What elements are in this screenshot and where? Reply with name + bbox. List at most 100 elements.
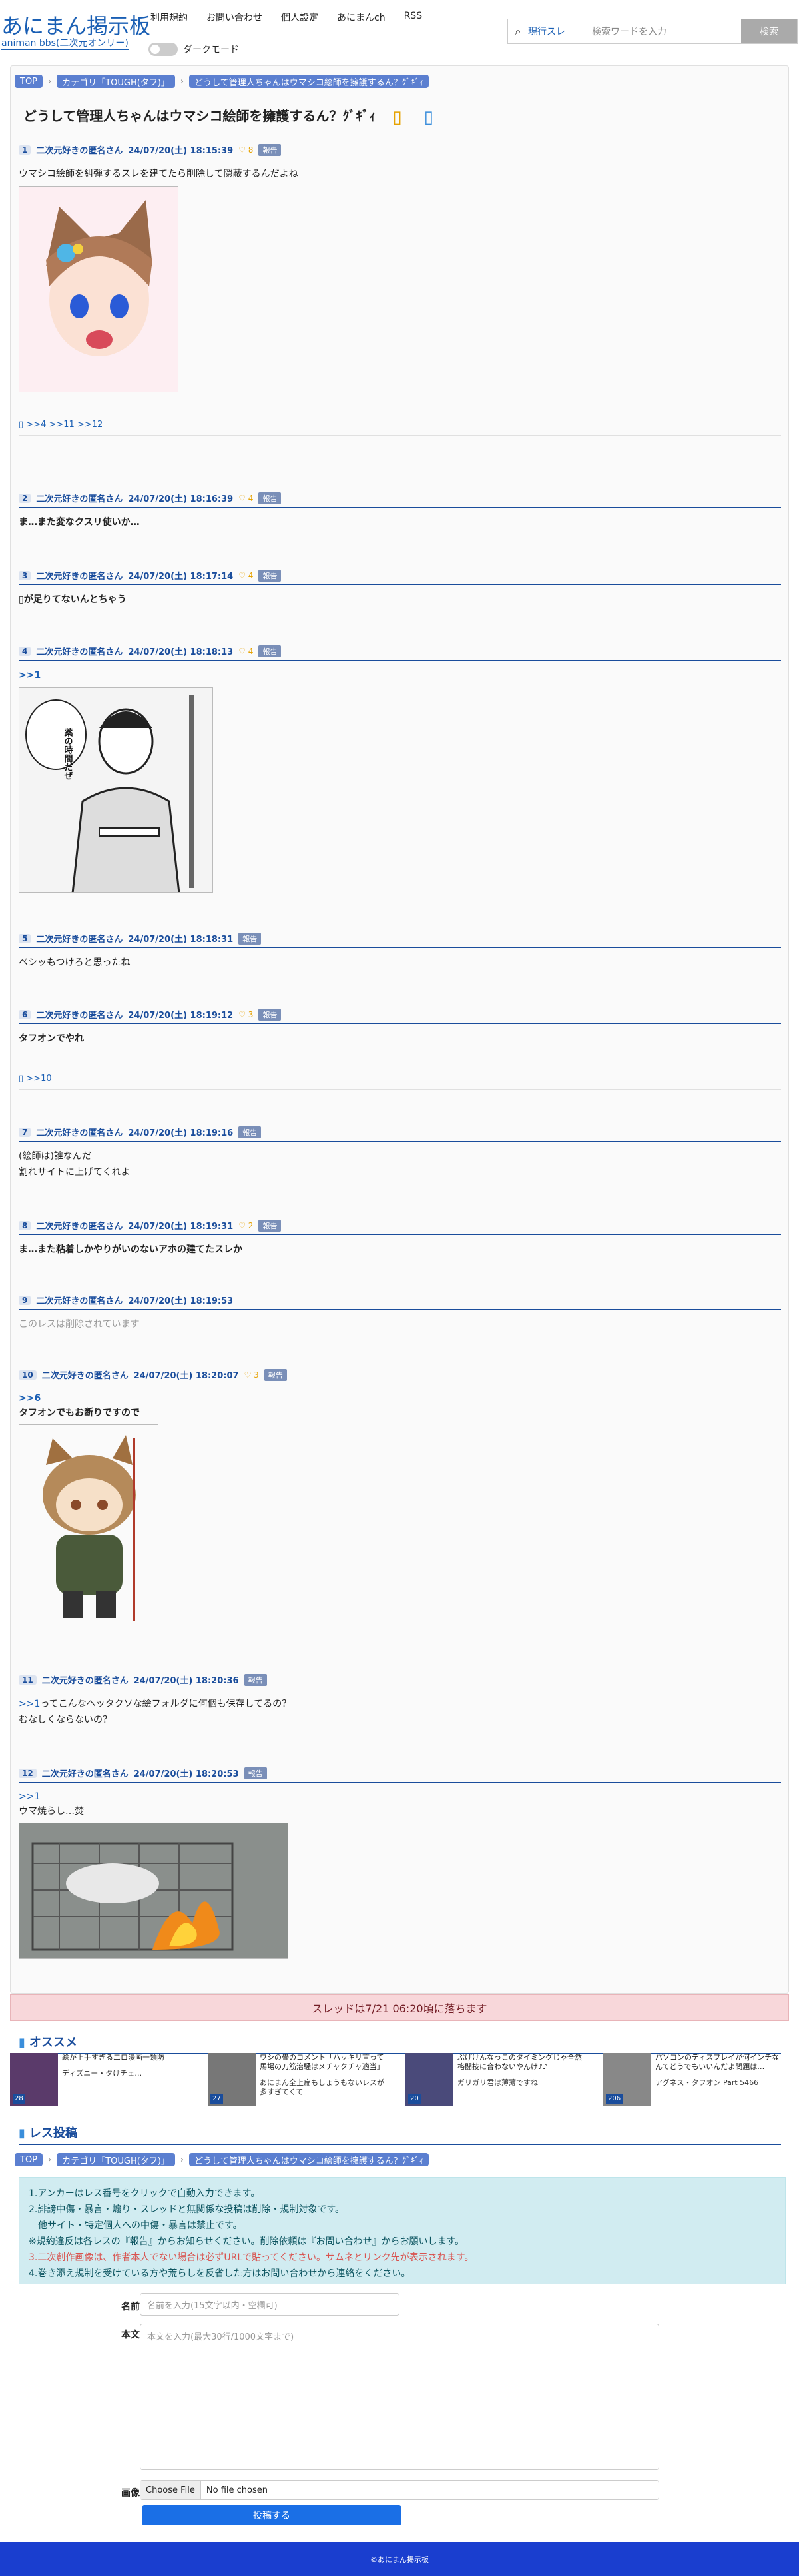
post-number[interactable]: 1 — [19, 145, 31, 155]
post-number[interactable]: 11 — [19, 1675, 37, 1685]
report-button[interactable]: 報告 — [258, 645, 282, 657]
nav-settings-link[interactable]: 個人設定 — [281, 11, 318, 24]
post-header: 3 二次元好きの匿名さん 24/07/20(土) 18:17:14 ♡ 4 報告 — [19, 568, 781, 585]
report-button[interactable]: 報告 — [238, 1126, 262, 1138]
post-date: 24/07/20(土) 18:16:39 — [128, 494, 234, 504]
site-logo[interactable]: あにまん掲示板 animan bbs(二次元オンリー) — [1, 15, 150, 50]
recommend-subtitle[interactable]: あにまん全上扁もしょうもないレスが多すぎてくて — [260, 2078, 391, 2097]
recommend-item[interactable]: 20 ぶげけんなっこのタイミングじゃ全然格闘技に合わないやんけ♪♪ ガリガリ君は薄… — [405, 2053, 589, 2106]
post-anchor-link[interactable]: >>1 — [19, 1789, 781, 1804]
rule-line: ※規約違反は各レスの『報告』からお知らせください。削除依頼は『お問い合わせ』から… — [29, 2236, 465, 2247]
post-number[interactable]: 4 — [19, 646, 31, 656]
breadcrumb-category[interactable]: カテゴリ「TOUGH(タフ)」 — [57, 2153, 175, 2166]
report-button[interactable]: 報告 — [244, 1673, 267, 1686]
breadcrumb-top[interactable]: TOP — [15, 75, 43, 88]
missing-glyph-icon: ▯ — [19, 594, 24, 605]
recommend-icon: ▮ — [19, 2036, 25, 2050]
good-count[interactable]: ♡ 8 — [238, 145, 253, 155]
good-count[interactable]: ♡ 4 — [238, 494, 253, 503]
good-count[interactable]: ♡ 4 — [238, 647, 253, 656]
report-button[interactable]: 報告 — [238, 932, 262, 945]
good-count[interactable]: ♡ 3 — [238, 1010, 253, 1019]
breadcrumb-thread[interactable]: どうして管理人ちゃんはウマシコ絵師を擁護するん？ｸﾞｷﾞｨ — [189, 75, 429, 88]
report-button[interactable]: 報告 — [258, 143, 282, 156]
recommend-thumbnail[interactable]: 20 — [405, 2053, 453, 2106]
rule-line: 3.二次創作画像は、作者本人でない場合は必ずURLで貼ってください。サムネとリン… — [29, 2252, 474, 2263]
comment-count: 206 — [606, 2094, 623, 2104]
recommend-title[interactable]: 絵が上手すぎるエロ漫画一類防 — [62, 2053, 193, 2062]
post-number[interactable]: 6 — [19, 1009, 31, 1019]
report-button[interactable]: 報告 — [258, 1008, 282, 1021]
good-count[interactable]: ♡ 2 — [238, 1221, 253, 1230]
recommend-item[interactable]: 27 ワシの畳のコメント「ハッキリ言って馬場の刀筋治騒はメチャクチャ適当」 あにま… — [208, 2053, 391, 2106]
post-number[interactable]: 2 — [19, 493, 31, 503]
recommend-thumbnail[interactable]: 206 — [603, 2053, 651, 2106]
post-anchor-link[interactable]: >>1 — [19, 1699, 40, 1709]
post-image[interactable]: 薬の時間だぜ — [19, 687, 213, 893]
name-input[interactable]: 名前を入力(15文字以内・空欄可) — [140, 2293, 400, 2316]
post-image[interactable] — [19, 1823, 288, 1959]
breadcrumb-thread[interactable]: どうして管理人ちゃんはウマシコ絵師を擁護するん？ｸﾞｷﾞｨ — [189, 2153, 429, 2166]
recommend-subtitle[interactable]: ガリガリ君は薄薄ですね — [457, 2078, 589, 2088]
post-number[interactable]: 5 — [19, 933, 31, 943]
share-icon[interactable]: ▯ — [424, 107, 433, 127]
post-image[interactable] — [19, 186, 178, 392]
search-scope-select[interactable]: 現行スレ — [528, 19, 585, 43]
post-number[interactable]: 3 — [19, 570, 31, 580]
post-header: 2 二次元好きの匿名さん 24/07/20(土) 18:16:39 ♡ 4 報告 — [19, 490, 781, 508]
thread-expire-notice: スレッドは7/21 06:20頃に落ちます — [10, 1994, 789, 2021]
recommend-title[interactable]: パソコンのディスプレイが何インチなんてどうでもいいんだよ問題は… — [655, 2053, 786, 2072]
post-date: 24/07/20(土) 18:19:53 — [128, 1296, 234, 1306]
post-number[interactable]: 7 — [19, 1127, 31, 1137]
post-text: ▯が足りてないんとちゃう — [19, 592, 781, 608]
nav-rss-link[interactable]: RSS — [404, 11, 423, 24]
recommend-title[interactable]: ぶげけんなっこのタイミングじゃ全然格闘技に合わないやんけ♪♪ — [457, 2053, 589, 2072]
recommend-title[interactable]: ワシの畳のコメント「ハッキリ言って馬場の刀筋治騒はメチャクチャ適当」 — [260, 2053, 391, 2072]
nav-animanch-link[interactable]: あにまんch — [337, 11, 386, 24]
recommend-subtitle[interactable]: ディズニー・タけチェ… — [62, 2069, 193, 2078]
recommend-thumbnail[interactable]: 27 — [208, 2053, 256, 2106]
search-icon: ⌕ — [515, 25, 521, 37]
post-text-line: ウマ焼らし…焚 — [19, 1806, 84, 1817]
post-header: 4 二次元好きの匿名さん 24/07/20(土) 18:18:13 ♡ 4 報告 — [19, 644, 781, 661]
post-anchor-link[interactable]: >>6 — [19, 1391, 781, 1406]
dark-mode-toggle[interactable] — [148, 43, 178, 56]
recommend-subtitle[interactable]: アグネス・タフオン Part 5466 — [655, 2078, 786, 2088]
dark-mode-switch[interactable]: ダークモード — [148, 43, 239, 56]
search-button[interactable]: 検索 — [741, 19, 797, 43]
choose-file-button[interactable]: Choose File — [140, 2481, 201, 2499]
body-textarea[interactable]: 本文を入力(最大30行/1000文字まで) — [140, 2324, 659, 2470]
post-date: 24/07/20(土) 18:18:31 — [128, 935, 234, 945]
post-image[interactable] — [19, 1424, 158, 1627]
post-anchor-link[interactable]: >>1 — [19, 667, 781, 683]
good-count[interactable]: ♡ 4 — [238, 571, 253, 580]
recommend-item[interactable]: 28 絵が上手すぎるエロ漫画一類防 ディズニー・タけチェ… — [10, 2053, 193, 2106]
nav-terms-link[interactable]: 利用規約 — [150, 11, 188, 24]
report-button[interactable]: 報告 — [258, 492, 282, 504]
breadcrumb-category[interactable]: カテゴリ「TOUGH(タフ)」 — [57, 75, 175, 88]
report-button[interactable]: 報告 — [258, 569, 282, 582]
reply-links[interactable]: >>10 — [26, 1074, 51, 1084]
recommend-heading: ▮ オススメ — [19, 2033, 781, 2054]
image-file-input[interactable]: Choose File No file chosen — [140, 2480, 659, 2500]
recommend-item[interactable]: 206 パソコンのディスプレイが何インチなんてどうでもいいんだよ問題は… アグネス… — [603, 2053, 786, 2106]
search-input[interactable]: 検索ワードを入力 — [585, 19, 741, 43]
post-number[interactable]: 8 — [19, 1220, 31, 1230]
bookmark-icon[interactable]: ▯ — [392, 107, 401, 127]
page: あにまん掲示板 animan bbs(二次元オンリー) 利用規約 お問い合わせ … — [0, 0, 799, 2576]
post-form-heading-text: レス投稿 — [29, 2126, 77, 2140]
report-button[interactable]: 報告 — [258, 1219, 282, 1232]
breadcrumb-top[interactable]: TOP — [15, 2153, 43, 2166]
recommend-thumbnail[interactable]: 28 — [10, 2053, 58, 2106]
good-count[interactable]: ♡ 3 — [244, 1370, 259, 1380]
post-date: 24/07/20(土) 18:17:14 — [128, 572, 234, 582]
report-button[interactable]: 報告 — [244, 1767, 267, 1779]
post-number[interactable]: 10 — [19, 1370, 37, 1380]
submit-button[interactable]: 投稿する — [142, 2505, 401, 2525]
post-number[interactable]: 9 — [19, 1295, 31, 1305]
post-number[interactable]: 12 — [19, 1768, 37, 1778]
report-button[interactable]: 報告 — [264, 1368, 287, 1381]
site-title[interactable]: あにまん掲示板 — [1, 15, 150, 37]
nav-contact-link[interactable]: お問い合わせ — [206, 11, 262, 24]
reply-links[interactable]: >>4 >>11 >>12 — [26, 420, 103, 430]
